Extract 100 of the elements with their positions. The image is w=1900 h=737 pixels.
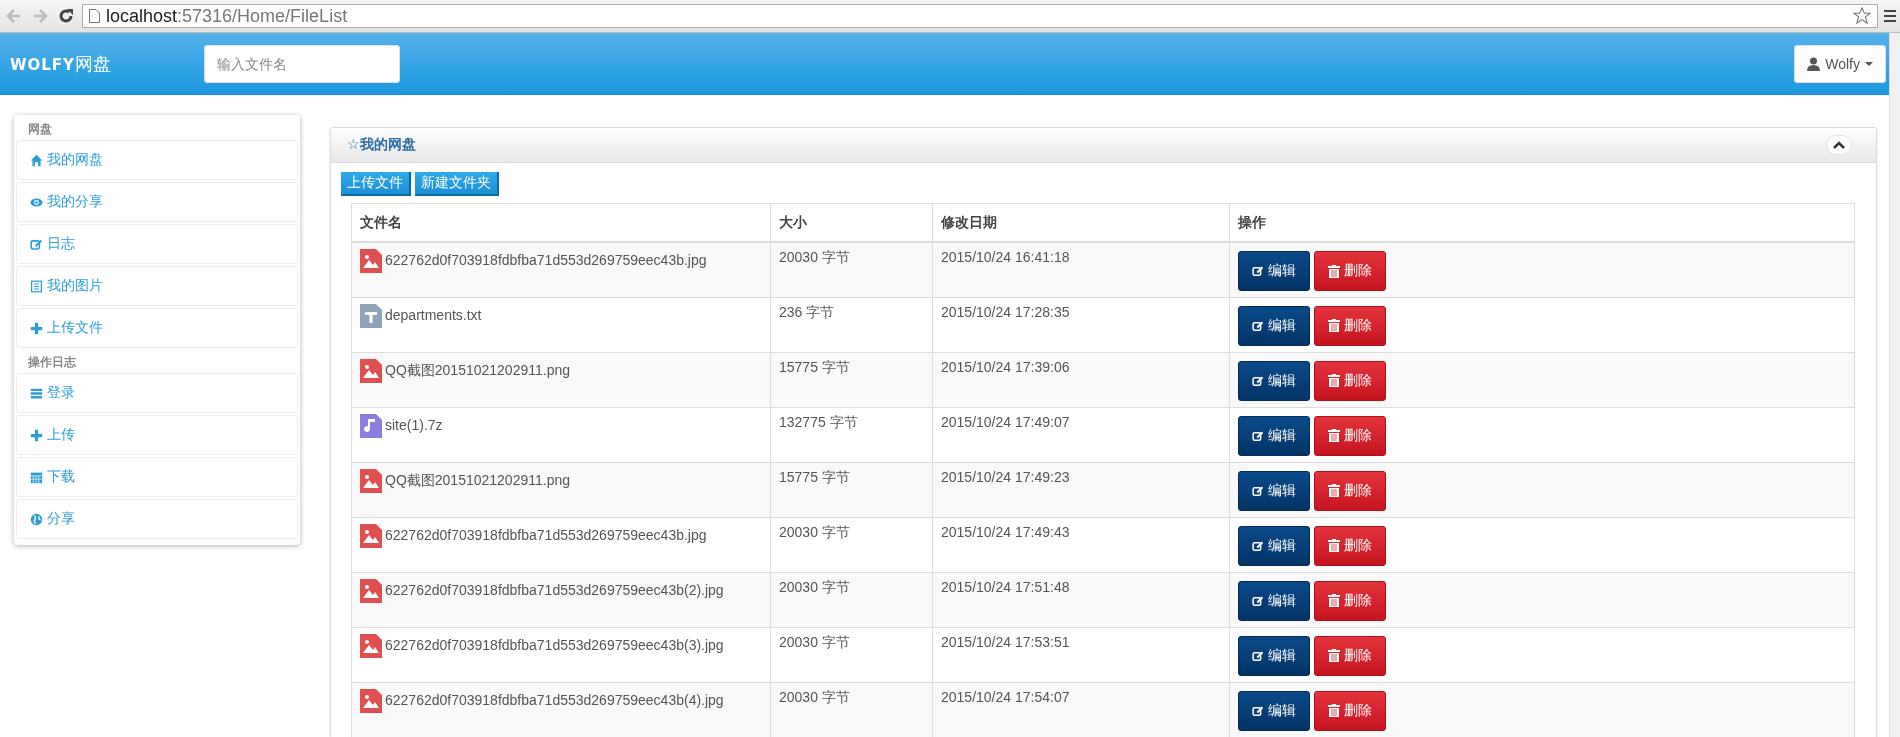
panel-title: ☆我的网盘 [347,136,416,154]
file-name[interactable]: site(1).7z [385,413,443,433]
edit-icon [1252,704,1264,717]
edit-icon [1252,265,1264,277]
edit-icon [1252,649,1264,662]
sidebar-item[interactable]: 登录 [16,373,298,413]
sidebar-heading: 操作日志 [27,354,77,371]
brand-logo[interactable]: WOLFY网盘 [10,51,204,76]
edit-icon [1252,319,1264,332]
caret-icon [1865,61,1873,66]
edit-button[interactable]: 编辑 [1238,415,1310,456]
file-name[interactable]: 622762d0f703918fdbfba71d553d269759eec43b(3).jpg [385,633,724,653]
size-cell: 15775 字节 [770,352,933,407]
sidebar-item[interactable]: 上传文件 [16,308,298,348]
sidebar-item[interactable]: 下载 [16,457,298,497]
sidebar-icon [30,153,43,167]
address-bar[interactable]: localhost:57316/Home/FileList [82,4,1878,28]
star-icon[interactable] [1853,7,1871,25]
url-text: localhost:57316/Home/FileList [106,5,349,27]
sidebar-item[interactable]: 日志 [16,224,298,264]
date-cell: 2015/10/24 17:53:51 [932,627,1230,682]
trash-icon [1328,539,1340,552]
edit-button[interactable]: 编辑 [1238,360,1310,401]
edit-icon [1252,429,1264,442]
audio-file-icon [360,413,382,438]
size-cell: 20030 字节 [770,682,933,737]
image-file-icon [360,633,382,658]
image-file-icon [360,578,382,603]
edit-icon [1252,594,1264,607]
delete-button[interactable]: 删除 [1314,305,1386,346]
sidebar-item[interactable]: 我的分享 [16,182,298,222]
image-file-icon [360,468,382,493]
user-icon [1807,56,1821,71]
trash-icon [1328,374,1340,387]
collapse-button[interactable] [1826,135,1852,155]
edit-button[interactable]: 编辑 [1238,305,1310,346]
size-cell: 132775 字节 [770,407,933,462]
edit-button[interactable]: 编辑 [1238,525,1310,566]
file-name[interactable]: QQ截图20151021202911.png [385,358,570,380]
sidebar-icon [30,279,43,293]
edit-icon [1252,374,1264,387]
delete-button[interactable]: 删除 [1314,690,1386,731]
file-name[interactable]: 622762d0f703918fdbfba71d553d269759eec43b.jpg [385,249,707,268]
sidebar-item[interactable]: 上传 [16,415,298,455]
trash-icon [1328,319,1340,332]
trash-icon [1328,649,1340,662]
sidebar-item[interactable]: 我的图片 [16,266,298,306]
delete-button[interactable]: 删除 [1314,251,1386,291]
trash-icon [1328,429,1340,442]
edit-button[interactable]: 编辑 [1238,690,1310,731]
delete-button[interactable]: 删除 [1314,580,1386,621]
toolbar-button[interactable]: 新建文件夹 [415,172,499,196]
search-field[interactable]: 输入文件名 [204,44,400,83]
image-file-icon [360,523,382,548]
text-file-icon [360,303,382,328]
image-file-icon [360,688,382,713]
user-menu-button[interactable]: Wolfy [1794,44,1886,83]
date-cell: 2015/10/24 17:49:07 [932,407,1230,462]
delete-button[interactable]: 删除 [1314,415,1386,456]
edit-button[interactable]: 编辑 [1238,580,1310,621]
size-cell: 20030 字节 [770,242,933,297]
date-cell: 2015/10/24 17:28:35 [932,297,1230,352]
sidebar-heading: 网盘 [27,121,53,138]
sidebar-item[interactable]: 分享 [16,499,298,539]
file-name[interactable]: QQ截图20151021202911.png [385,468,570,490]
page-icon [89,9,100,23]
toolbar-button[interactable]: 上传文件 [341,172,411,196]
sidebar-icon [30,195,43,209]
size-cell: 20030 字节 [770,627,933,682]
sidebar-item[interactable]: 我的网盘 [16,140,298,180]
date-cell: 2015/10/24 17:49:23 [932,462,1230,517]
date-cell: 2015/10/24 17:49:43 [932,517,1230,572]
menu-icon[interactable] [1884,8,1896,24]
chevron-up-icon [1833,141,1845,149]
size-cell: 20030 字节 [770,572,933,627]
file-name[interactable]: 622762d0f703918fdbfba71d553d269759eec43b.jpg [385,523,707,543]
sidebar-icon [30,321,43,335]
trash-icon [1328,594,1340,607]
delete-button[interactable]: 删除 [1314,470,1386,511]
date-cell: 2015/10/24 17:51:48 [932,572,1230,627]
sidebar-icon [30,386,43,400]
edit-icon [1252,539,1264,552]
image-file-icon [360,249,382,273]
edit-button[interactable]: 编辑 [1238,251,1310,291]
trash-icon [1328,704,1340,717]
delete-button[interactable]: 删除 [1314,360,1386,401]
file-name[interactable]: departments.txt [385,303,482,323]
trash-icon [1328,484,1340,497]
sidebar-icon [30,512,43,526]
size-cell: 20030 字节 [770,517,933,572]
date-cell: 2015/10/24 16:41:18 [932,242,1230,297]
edit-button[interactable]: 编辑 [1238,635,1310,676]
file-name[interactable]: 622762d0f703918fdbfba71d553d269759eec43b(2).jpg [385,578,724,598]
file-name[interactable]: 622762d0f703918fdbfba71d553d269759eec43b(4).jpg [385,688,724,708]
edit-button[interactable]: 编辑 [1238,470,1310,511]
sidebar-icon [30,237,43,251]
delete-button[interactable]: 删除 [1314,525,1386,566]
date-cell: 2015/10/24 17:39:06 [932,352,1230,407]
delete-button[interactable]: 删除 [1314,635,1386,676]
scrollbar[interactable] [1889,33,1900,737]
